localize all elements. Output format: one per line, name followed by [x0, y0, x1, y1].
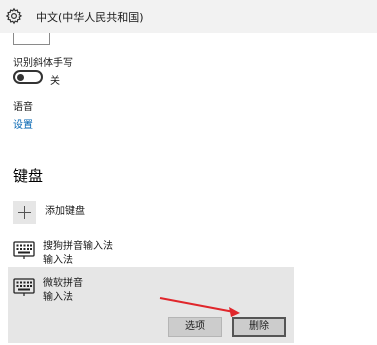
keyboard-type: 输入法: [43, 255, 73, 266]
speech-label: 语音: [13, 102, 33, 113]
keyboard-icon: [13, 278, 35, 296]
options-button[interactable]: 选项: [168, 317, 222, 337]
keyboard-name: 微软拼音: [43, 278, 83, 289]
handwriting-toggle[interactable]: [13, 70, 43, 84]
speech-settings-link[interactable]: 设置: [13, 116, 33, 131]
toggle-knob: [17, 73, 24, 81]
keyboard-name: 搜狗拼音输入法: [43, 241, 113, 252]
keyboard-item-sogou[interactable]: 搜狗拼音输入法 输入法: [13, 236, 273, 266]
language-options-page: 中文(中华人民共和国) 识别斜体手写 关 语音 设置 键盘 添加键盘 搜狗拼音输…: [0, 0, 377, 345]
add-keyboard-label: 添加键盘: [45, 206, 85, 217]
delete-button[interactable]: 删除: [232, 317, 286, 337]
keyboard-icon: [13, 241, 35, 259]
keyboard-item-microsoft-pinyin-selected[interactable]: 微软拼音 输入法 选项 删除: [8, 267, 294, 343]
plus-icon: [13, 201, 36, 224]
keyboard-type: 输入法: [43, 292, 73, 303]
clipped-control: [13, 33, 50, 45]
page-title: 中文(中华人民共和国): [36, 11, 144, 24]
keyboard-item-microsoft-pinyin[interactable]: 微软拼音 输入法: [13, 273, 273, 303]
add-keyboard-button[interactable]: 添加键盘: [13, 200, 273, 224]
gear-icon[interactable]: [5, 7, 23, 25]
keyboard-section-heading: 键盘: [13, 167, 44, 185]
toggle-state-label: 关: [50, 76, 60, 87]
title-bar: 中文(中华人民共和国): [0, 0, 377, 33]
handwriting-label: 识别斜体手写: [13, 58, 73, 69]
